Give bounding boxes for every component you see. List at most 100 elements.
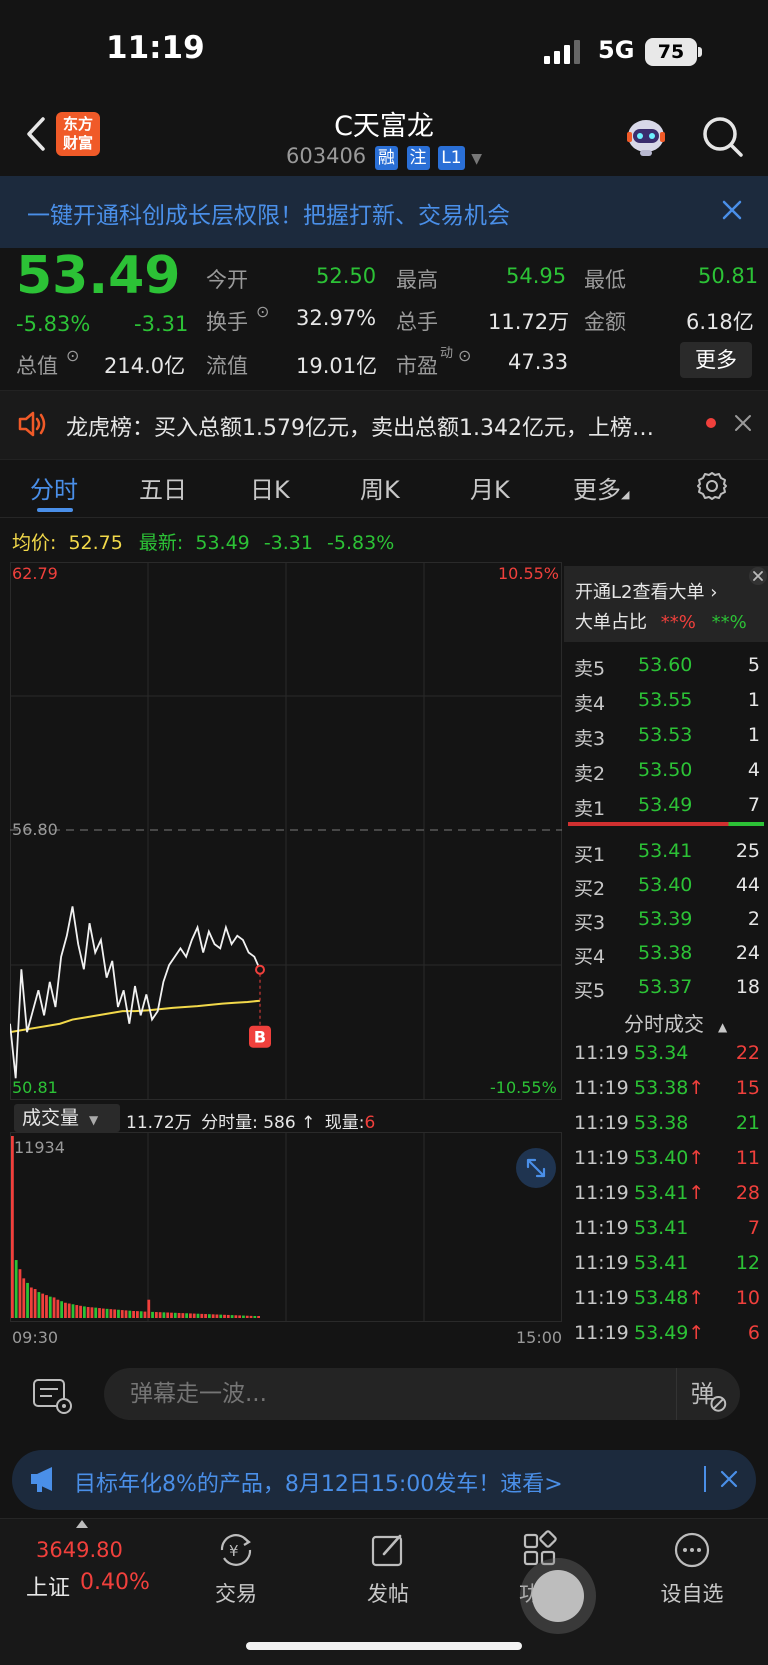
- tab-monthly-k[interactable]: 月K: [470, 470, 510, 505]
- axis-mid-price: 56.80: [12, 820, 58, 839]
- volume-bar: [128, 1310, 132, 1318]
- volume-bar: [200, 1313, 204, 1318]
- volume-bar: [151, 1311, 154, 1318]
- ask-price: 53.53: [638, 724, 693, 746]
- tab-intraday[interactable]: 分时: [30, 470, 78, 505]
- tab-five-day[interactable]: 五日: [139, 470, 187, 505]
- trade-volume: 12: [735, 1252, 760, 1274]
- ask-row[interactable]: 卖3 53.53 1: [574, 724, 762, 758]
- trades-title[interactable]: 分时成交 ▲: [624, 1008, 727, 1037]
- ask-row[interactable]: 卖2 53.50 4: [574, 759, 762, 793]
- volume-bar: [196, 1313, 200, 1318]
- bid-row[interactable]: 买3 53.39 2: [574, 908, 762, 942]
- close-icon[interactable]: [748, 566, 768, 586]
- float-value: 19.01亿: [296, 354, 378, 378]
- bid-price: 53.40: [638, 874, 693, 896]
- trade-price: 53.41: [634, 1252, 689, 1274]
- amount-value: 6.18亿: [686, 310, 754, 334]
- turnover-label: 换手: [206, 310, 248, 334]
- order-book-divider: [568, 822, 764, 826]
- time-start: 09:30: [12, 1328, 59, 1347]
- nav-post[interactable]: 发帖: [338, 1530, 438, 1608]
- registration-tag: 注: [406, 146, 430, 170]
- trade-icon: ¥: [220, 1534, 252, 1566]
- more-button[interactable]: 更多: [680, 342, 752, 378]
- trade-row: 11:19 53.40↑ 11: [574, 1147, 764, 1181]
- tab-weekly-k[interactable]: 周K: [360, 470, 400, 505]
- home-indicator[interactable]: [246, 1642, 522, 1650]
- nav-watchlist[interactable]: 设自选: [642, 1530, 742, 1608]
- megaphone-icon: [31, 1467, 52, 1492]
- close-icon[interactable]: [720, 198, 744, 222]
- index-value[interactable]: 3649.80: [36, 1538, 123, 1562]
- tab-more[interactable]: 更多◢: [573, 470, 629, 505]
- gear-icon[interactable]: [696, 470, 728, 502]
- nav-trade[interactable]: ¥ 交易: [186, 1530, 286, 1608]
- volume-bar: [234, 1315, 238, 1318]
- bid-volume: 2: [747, 908, 760, 930]
- ask-row[interactable]: 卖5 53.60 5: [574, 654, 762, 688]
- index-name[interactable]: 上证: [26, 1570, 70, 1602]
- l2-title[interactable]: 开通L2查看大单 ›: [575, 578, 717, 604]
- l2-ratio-label: 大单占比: [575, 612, 647, 633]
- ask-volume: 7: [747, 794, 760, 816]
- volume-bar: [60, 1301, 64, 1318]
- info-icon[interactable]: ⊙: [256, 302, 269, 321]
- volume-bar: [64, 1302, 67, 1318]
- bid-row[interactable]: 买1 53.41 25: [574, 840, 762, 874]
- intraday-price-chart[interactable]: B: [10, 562, 562, 1100]
- danmaku-toggle-icon[interactable]: 弹: [676, 1368, 740, 1420]
- turnover-value: 32.97%: [296, 306, 377, 330]
- volume-chart[interactable]: [10, 1132, 562, 1322]
- ask-price: 53.60: [638, 654, 693, 676]
- float-label: 流值: [206, 354, 248, 378]
- search-icon[interactable]: [700, 114, 744, 158]
- dragon-tiger-text[interactable]: 龙虎榜：买入总额1.579亿元，卖出总额1.342亿元，上榜…: [66, 410, 686, 442]
- info-icon[interactable]: ⊙: [458, 346, 471, 365]
- volume-axis-max: 11934: [14, 1138, 65, 1157]
- volume-bar: [120, 1310, 124, 1318]
- bid-row[interactable]: 买2 53.40 44: [574, 874, 762, 908]
- avg-price-line: [10, 999, 261, 1034]
- high-label: 最高: [396, 268, 438, 292]
- mktcap-label: 总值: [16, 354, 58, 378]
- danmaku-input[interactable]: [104, 1368, 740, 1420]
- comment-list-icon[interactable]: [30, 1376, 74, 1416]
- volume-indicator-select[interactable]: 成交量 ▼: [14, 1104, 120, 1132]
- bid-label: 买2: [574, 878, 606, 900]
- expand-icon[interactable]: [516, 1148, 556, 1188]
- trade-volume: 10: [735, 1287, 760, 1309]
- trade-price: 53.48↑: [634, 1287, 705, 1309]
- current-price: 53.49: [16, 246, 181, 306]
- ad-banner-text[interactable]: 目标年化8%的产品，8月12日15:00发车！速看>: [74, 1466, 563, 1498]
- axis-min-price: 50.81: [12, 1078, 58, 1097]
- bid-row[interactable]: 买4 53.38 24: [574, 942, 762, 976]
- info-icon[interactable]: ⊙: [66, 346, 79, 365]
- axis-max-percent: 10.55%: [498, 564, 560, 583]
- bid-price: 53.39: [638, 908, 693, 930]
- trade-time: 11:19: [574, 1182, 629, 1204]
- caret-up-icon: ▲: [718, 1020, 728, 1034]
- volume-bar: [136, 1311, 139, 1318]
- ask-row[interactable]: 卖4 53.55 1: [574, 689, 762, 723]
- bid-price: 53.38: [638, 942, 693, 964]
- margin-tag: 融: [374, 146, 398, 170]
- index-change[interactable]: 0.40%: [80, 1570, 150, 1595]
- close-icon[interactable]: [720, 1470, 738, 1488]
- trade-price: 53.38: [634, 1112, 689, 1134]
- nav-post-label: 发帖: [367, 1582, 409, 1606]
- volume-bar: [207, 1314, 211, 1318]
- tab-daily-k[interactable]: 日K: [250, 470, 290, 505]
- bid-row[interactable]: 买5 53.37 18: [574, 976, 762, 1010]
- buy-marker-label: B: [254, 1028, 266, 1047]
- bid-price: 53.41: [638, 840, 693, 862]
- close-icon[interactable]: [734, 414, 752, 432]
- trade-price: 53.38↑: [634, 1077, 705, 1099]
- buy-marker[interactable]: B: [249, 964, 271, 1048]
- volume-bar: [117, 1309, 120, 1318]
- low-value: 50.81: [698, 264, 759, 288]
- promo-banner-text[interactable]: 一键开通科创成长层权限！把握打新、交易机会: [27, 196, 510, 230]
- assistive-touch-inner: [532, 1570, 584, 1622]
- volume-bar: [109, 1309, 113, 1318]
- robot-assistant-icon[interactable]: [624, 114, 668, 158]
